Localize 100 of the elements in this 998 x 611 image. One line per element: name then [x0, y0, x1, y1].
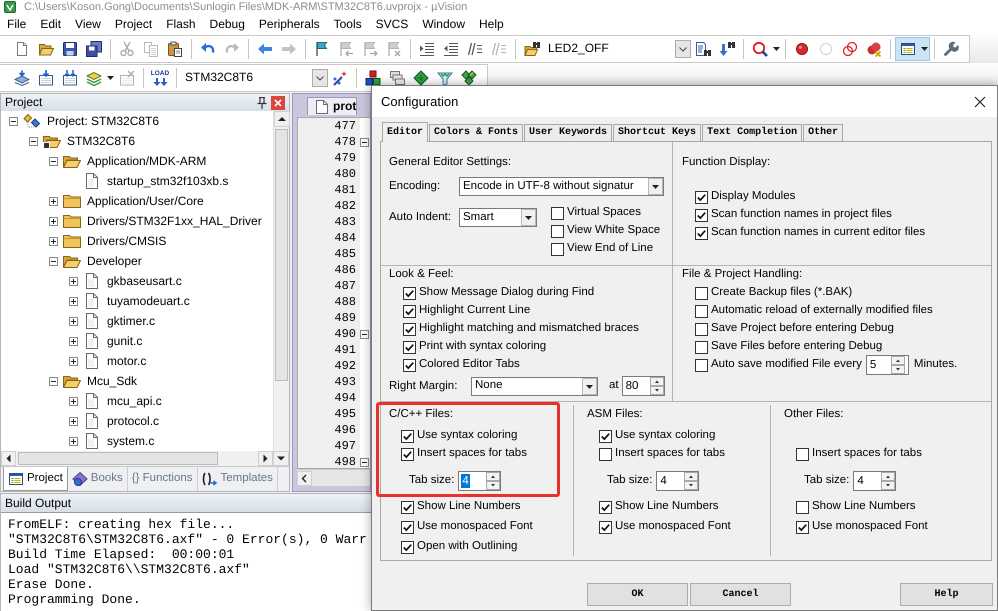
- plus-box-icon[interactable]: [69, 436, 78, 446]
- arrow-binoculars-icon[interactable]: [719, 40, 735, 56]
- circles-cross-icon[interactable]: [866, 40, 882, 56]
- tree-item[interactable]: Application/User/Core: [87, 193, 204, 209]
- checkbox[interactable]: [796, 448, 809, 460]
- plus-box-icon[interactable]: [69, 416, 78, 426]
- scrollbar-thumb[interactable]: [18, 452, 218, 465]
- tree-item[interactable]: system.c: [107, 433, 154, 449]
- clipboard-icon[interactable]: [167, 40, 183, 56]
- minus-box-icon[interactable]: [49, 156, 58, 166]
- panel-tab[interactable]: Project: [3, 467, 68, 491]
- dropdown-field[interactable]: LED2_OFF: [544, 38, 691, 58]
- checkbox[interactable]: [796, 520, 809, 534]
- menu-item[interactable]: View: [68, 16, 108, 32]
- spin-arrows-icon[interactable]: [650, 377, 664, 395]
- settings-tab[interactable]: Other: [803, 124, 844, 141]
- minus-box-icon[interactable]: [360, 138, 368, 146]
- slash-lines-icon[interactable]: [467, 40, 483, 56]
- number-spinner[interactable]: 4: [656, 471, 700, 491]
- caret-icon[interactable]: [107, 76, 114, 80]
- plus-box-icon[interactable]: [49, 196, 58, 206]
- checkbox[interactable]: [401, 430, 414, 442]
- filled-circle-icon[interactable]: [794, 40, 810, 56]
- spin-arrows-icon[interactable]: [890, 356, 905, 374]
- flag-icon[interactable]: [314, 40, 330, 56]
- checkbox[interactable]: [401, 540, 414, 554]
- caret-icon[interactable]: [773, 46, 780, 50]
- menu-item[interactable]: SVCS: [368, 16, 416, 32]
- checkbox[interactable]: [403, 322, 416, 336]
- scrollbar-thumb[interactable]: [275, 129, 288, 381]
- panel-tab[interactable]: Templates: [198, 467, 278, 491]
- folder-binoculars-icon[interactable]: [524, 40, 540, 56]
- vertical-scrollbar[interactable]: [273, 111, 289, 451]
- checkbox[interactable]: [796, 500, 809, 514]
- plus-box-icon[interactable]: [49, 236, 58, 246]
- tree-item[interactable]: protocol.c: [107, 413, 160, 429]
- checkbox[interactable]: [551, 206, 564, 220]
- checkbox[interactable]: [695, 286, 708, 300]
- spin-arrows-icon[interactable]: [881, 472, 896, 490]
- unindent-icon[interactable]: [443, 40, 459, 56]
- horizontal-scrollbar[interactable]: [297, 470, 370, 486]
- checkbox[interactable]: [695, 226, 708, 240]
- settings-tab[interactable]: Colors & Fonts: [429, 124, 524, 141]
- plus-box-icon[interactable]: [69, 356, 78, 366]
- checkbox[interactable]: [403, 286, 416, 300]
- tree-item[interactable]: Project: STM32C8T6: [47, 113, 160, 129]
- number-spinner[interactable]: 5: [866, 355, 909, 375]
- minus-box-icon[interactable]: [29, 136, 38, 146]
- layers-icon[interactable]: [86, 70, 102, 86]
- menu-item[interactable]: Tools: [326, 16, 369, 32]
- checkbox[interactable]: [695, 208, 708, 222]
- dialog-button[interactable]: Cancel: [690, 583, 791, 606]
- checkbox[interactable]: [695, 340, 708, 354]
- file-tab[interactable]: prot: [307, 97, 358, 115]
- number-spinner[interactable]: 4: [458, 471, 502, 491]
- plus-box-icon[interactable]: [69, 316, 78, 326]
- indent-dropdown[interactable]: Smart: [459, 208, 537, 227]
- floppy-disks-icon[interactable]: [86, 40, 102, 56]
- tree-item[interactable]: Developer: [87, 253, 142, 269]
- panel-tab[interactable]: {} Functions: [128, 467, 198, 491]
- checkbox[interactable]: [403, 358, 416, 372]
- diamond-cluster-icon[interactable]: [461, 70, 477, 86]
- tree-item[interactable]: gkbaseusart.c: [107, 273, 182, 289]
- toggle-button[interactable]: [895, 36, 930, 60]
- minus-box-icon[interactable]: [49, 256, 58, 266]
- close-icon[interactable]: [974, 96, 986, 108]
- stack-arrow-icon[interactable]: [14, 70, 30, 86]
- wrench-icon[interactable]: [943, 40, 959, 56]
- checkbox[interactable]: [599, 448, 612, 460]
- dropdown-field[interactable]: STM32C8T6: [181, 68, 328, 88]
- magnifier-icon[interactable]: [752, 40, 768, 56]
- menu-item[interactable]: Help: [472, 16, 511, 32]
- menu-item[interactable]: Edit: [33, 16, 68, 32]
- caret-icon[interactable]: [921, 46, 928, 50]
- menu-item[interactable]: Flash: [159, 16, 203, 32]
- settings-tab[interactable]: Editor: [382, 122, 428, 142]
- grid-double-arrow-icon[interactable]: [62, 70, 78, 86]
- menu-item[interactable]: Peripherals: [252, 16, 327, 32]
- plus-box-icon[interactable]: [69, 336, 78, 346]
- checkbox[interactable]: [695, 190, 708, 204]
- menu-item[interactable]: File: [0, 16, 34, 32]
- checkbox[interactable]: [695, 322, 708, 336]
- checkbox[interactable]: [401, 500, 414, 514]
- stacked-windows-icon[interactable]: [389, 70, 405, 86]
- tree-item[interactable]: Drivers/CMSIS: [87, 233, 166, 249]
- tree-item[interactable]: Mcu_Sdk: [87, 373, 138, 389]
- left-arrow-icon[interactable]: [257, 40, 273, 56]
- dialog-button[interactable]: OK: [587, 583, 688, 606]
- tree-item[interactable]: Drivers/STM32F1xx_HAL_Driver: [87, 213, 262, 229]
- plus-box-icon[interactable]: [69, 276, 78, 286]
- checkbox[interactable]: [599, 430, 612, 442]
- checkbox[interactable]: [551, 242, 564, 256]
- horizontal-scrollbar[interactable]: [1, 451, 289, 466]
- checkbox[interactable]: [599, 520, 612, 534]
- window-icon[interactable]: [900, 40, 916, 56]
- plus-box-icon[interactable]: [69, 396, 78, 406]
- plus-box-icon[interactable]: [49, 216, 58, 226]
- menu-item[interactable]: Debug: [202, 16, 252, 32]
- settings-tab[interactable]: Shortcut Keys: [613, 124, 702, 141]
- minus-box-icon[interactable]: [49, 376, 58, 386]
